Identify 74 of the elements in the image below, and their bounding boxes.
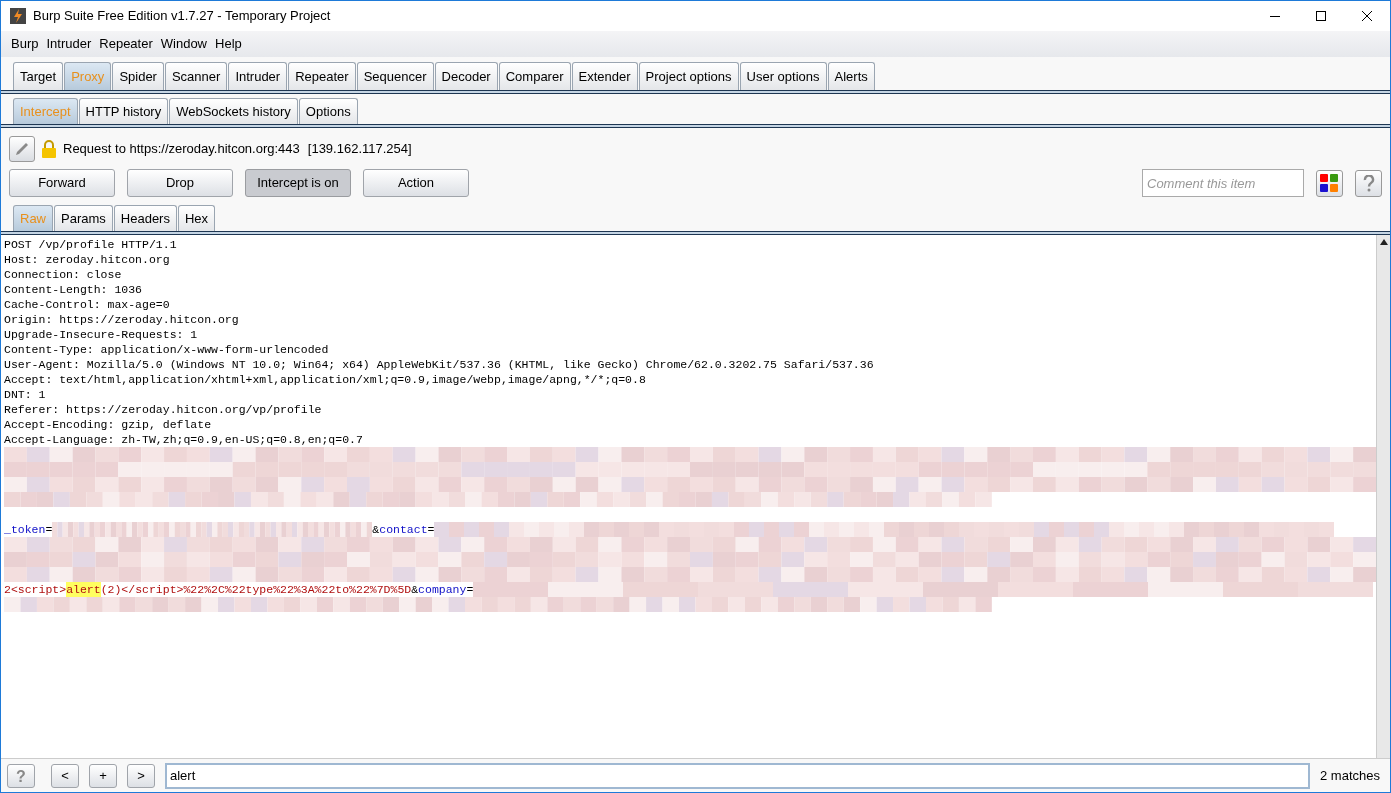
match-count: 2 matches <box>1320 766 1380 785</box>
tab[interactable]: Options <box>298 98 358 124</box>
window-title: Burp Suite Free Edition v1.7.27 - Temporary Project <box>33 7 331 26</box>
request-line: Accept: text/html,application/xhtml+xml,application/xml;q=0.9,image/webp,image/apng,*/*;q=0.8 <box>4 372 647 387</box>
param-name: contact <box>379 522 428 537</box>
param-symbol: & <box>372 522 380 537</box>
scrollbar[interactable] <box>1376 235 1390 758</box>
search-nav-button[interactable]: < <box>51 763 79 788</box>
request-address: [139.162.117.254] <box>307 140 412 159</box>
param-value: (2)</script>%22%2C%22type%22%3A%22to%22%7D%5D <box>100 582 412 597</box>
request-line: Cache-Control: max-age=0 <box>4 297 171 312</box>
menu-item[interactable]: Intruder <box>44 34 94 54</box>
tab[interactable]: HTTP history <box>78 98 169 124</box>
tab[interactable]: Headers <box>113 205 177 231</box>
request-line: Content-Length: 1036 <box>4 282 144 297</box>
tab[interactable]: Target <box>13 62 64 90</box>
highlight-color-button[interactable] <box>1316 169 1343 197</box>
tab[interactable]: Decoder <box>434 62 498 90</box>
param-symbol: = <box>45 522 53 537</box>
search-field[interactable]: alert <box>165 762 1310 789</box>
action-button[interactable]: Forward <box>9 169 115 197</box>
tab[interactable]: Alerts <box>827 62 875 90</box>
tab[interactable]: Extender <box>571 62 638 90</box>
action-button[interactable]: Action <box>363 169 469 197</box>
param-symbol: = <box>466 582 474 597</box>
menu-item[interactable]: Window <box>158 34 209 54</box>
scroll-up-icon <box>1379 239 1388 245</box>
tab[interactable]: Spider <box>112 62 164 90</box>
request-line: Upgrade-Insecure-Requests: 1 <box>4 327 199 342</box>
help-button[interactable] <box>1355 169 1382 197</box>
menu-item[interactable]: Help <box>213 34 244 54</box>
request-line: User-Agent: Mozilla/5.0 (Windows NT 10.0; Win64; x64) AppleWebKit/537.36 (KHTML, like Gecko) Chrome/62.0.3202.75 Safari/537.36 <box>4 357 875 372</box>
search-match: alert <box>66 582 101 597</box>
param-name: _token <box>4 522 46 537</box>
tab[interactable]: Hex <box>177 205 216 231</box>
search-nav-button[interactable]: > <box>127 763 155 788</box>
minimize-icon <box>1270 15 1280 17</box>
color-grid-icon <box>1320 173 1339 193</box>
request-line: Content-Type: application/x-www-form-urlencoded <box>4 342 330 357</box>
help-icon <box>1362 174 1375 192</box>
request-target: Request to https://zeroday.hitcon.org:443 <box>63 140 300 159</box>
app-logo-icon <box>10 8 26 24</box>
action-button[interactable]: Intercept is on <box>245 169 351 197</box>
lock-icon <box>41 139 57 159</box>
tab[interactable]: Project options <box>638 62 739 90</box>
request-line: Referer: https://zeroday.hitcon.org/vp/profile <box>4 402 323 417</box>
request-line: Connection: close <box>4 267 123 282</box>
tab[interactable]: WebSockets history <box>169 98 298 124</box>
tab[interactable]: Comparer <box>498 62 571 90</box>
request-line: DNT: 1 <box>4 387 47 402</box>
maximize-icon <box>1316 11 1326 21</box>
tab[interactable]: Repeater <box>288 62 356 90</box>
menu-item[interactable]: Repeater <box>97 34 155 54</box>
edit-button[interactable] <box>9 136 35 162</box>
param-symbol: = <box>427 522 435 537</box>
tab[interactable]: Scanner <box>164 62 228 90</box>
search-nav-button[interactable]: + <box>89 763 117 788</box>
action-button[interactable]: Drop <box>127 169 233 197</box>
menu-item[interactable]: Burp <box>9 34 41 54</box>
pencil-icon <box>14 141 30 157</box>
request-line: Host: zeroday.hitcon.org <box>4 252 171 267</box>
request-line: Origin: https://zeroday.hitcon.org <box>4 312 240 327</box>
param-name: company <box>418 582 467 597</box>
tab[interactable]: Params <box>54 205 113 231</box>
request-line: POST /vp/profile HTTP/1.1 <box>4 237 178 252</box>
tab[interactable]: Sequencer <box>356 62 434 90</box>
close-icon <box>1362 11 1372 21</box>
param-value: 2<script> <box>4 582 67 597</box>
request-line: Accept-Language: zh-TW,zh;q=0.9,en-US;q=0.8,en;q=0.7 <box>4 432 364 447</box>
tab[interactable]: Intruder <box>228 62 288 90</box>
param-symbol: & <box>411 582 419 597</box>
request-line: Accept-Encoding: gzip, deflate <box>4 417 213 432</box>
comment-field[interactable]: Comment this item <box>1142 169 1304 197</box>
tab[interactable]: User options <box>739 62 827 90</box>
